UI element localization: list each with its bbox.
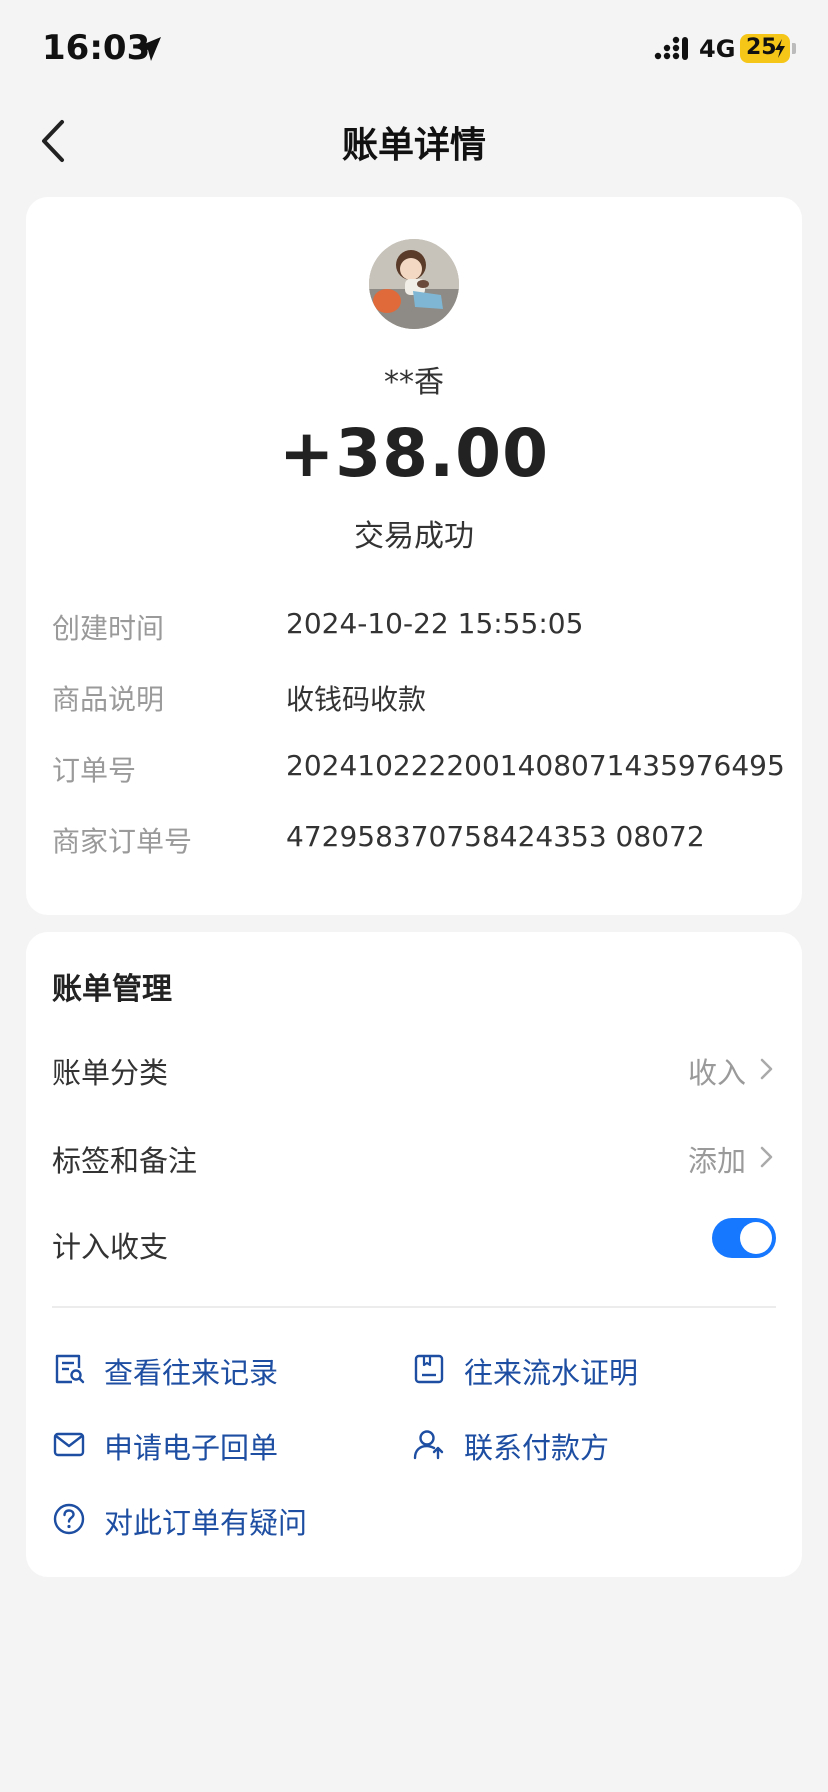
bill-management-card: 账单管理 账单分类 收入 标签和备注 添加 计入收支 查看往来记录 往来流水证明… — [26, 932, 802, 1577]
bill-category-row[interactable]: 账单分类 收入 — [52, 1044, 776, 1094]
detail-label: 商家订单号 — [52, 825, 193, 858]
action-label: 往来流水证明 — [464, 1356, 639, 1390]
tags-notes-value: 添加 — [687, 1144, 746, 1178]
detail-value: 收钱码收款 — [286, 683, 427, 716]
battery-level: 25 — [746, 35, 777, 60]
question-circle-icon — [53, 1503, 85, 1535]
nav-bar: 账单详情 — [0, 100, 828, 180]
chevron-right-icon — [760, 1146, 773, 1168]
envelope-icon — [53, 1432, 85, 1457]
detail-value[interactable]: 2024102222001408071435976495 — [286, 749, 785, 782]
toggle-knob — [740, 1222, 772, 1254]
detail-label: 订单号 — [52, 754, 137, 787]
include-in-ledger-row: 计入收支 — [52, 1218, 776, 1268]
detail-label: 商品说明 — [52, 683, 165, 716]
network-label: 4G — [699, 35, 736, 63]
location-arrow-icon — [137, 37, 161, 61]
detail-label: 创建时间 — [52, 612, 165, 645]
bolt-icon — [775, 39, 785, 58]
action-label: 对此订单有疑问 — [104, 1506, 308, 1540]
detail-row-order-number: 订单号 2024102222001408071435976495 — [52, 749, 792, 820]
tags-notes-row[interactable]: 标签和备注 添加 — [52, 1132, 776, 1182]
page-title: 账单详情 — [341, 125, 486, 166]
record-search-icon — [55, 1354, 85, 1384]
bill-category-value: 收入 — [687, 1056, 746, 1090]
action-label: 查看往来记录 — [104, 1356, 279, 1390]
detail-value: 2024-10-22 15:55:05 — [286, 607, 584, 640]
avatar[interactable] — [369, 239, 459, 329]
section-title: 账单管理 — [52, 972, 172, 1007]
detail-row-created-time: 创建时间 2024-10-22 15:55:05 — [52, 607, 792, 678]
include-in-ledger-label: 计入收支 — [52, 1230, 169, 1264]
transaction-card: **香 +38.00 交易成功 创建时间 2024-10-22 15:55:05… — [26, 197, 802, 915]
detail-value[interactable]: 472958370758424353 08072 — [286, 820, 705, 853]
detail-row-product-description: 商品说明 收钱码收款 — [52, 678, 792, 749]
action-label: 申请电子回单 — [104, 1431, 279, 1465]
include-in-ledger-toggle[interactable] — [712, 1218, 776, 1258]
battery-cap — [792, 43, 796, 54]
statement-icon — [414, 1354, 444, 1384]
detail-row-merchant-order-number: 商家订单号 472958370758424353 08072 — [52, 820, 792, 891]
transaction-status: 交易成功 — [354, 519, 474, 554]
transaction-details: 创建时间 2024-10-22 15:55:05 商品说明 收钱码收款 订单号 … — [52, 607, 792, 891]
contact-user-icon — [413, 1430, 444, 1460]
payee-name: **香 — [384, 365, 444, 400]
bill-category-label: 账单分类 — [52, 1056, 169, 1090]
tags-notes-label: 标签和备注 — [52, 1144, 198, 1178]
divider — [52, 1306, 776, 1308]
avatar-illustration — [369, 239, 459, 329]
status-bar: 16:03 4G 25 — [0, 0, 828, 100]
action-label: 联系付款方 — [464, 1431, 610, 1465]
battery-indicator: 25 — [740, 34, 790, 63]
transaction-amount: +38.00 — [278, 415, 550, 492]
signal-icon — [654, 36, 688, 60]
chevron-right-icon — [760, 1058, 773, 1080]
